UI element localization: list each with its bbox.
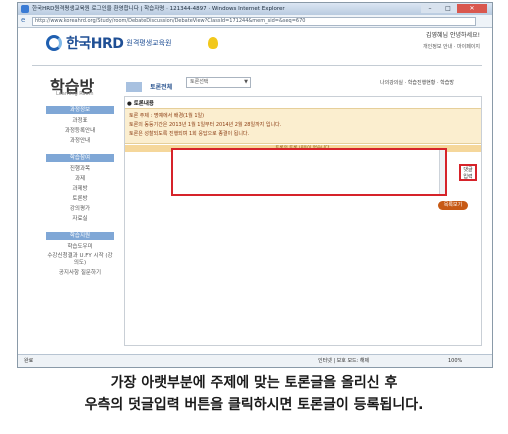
submit-comment-button[interactable]: 댓글 입력 — [459, 164, 477, 181]
textarea-scrollbar[interactable] — [439, 150, 445, 194]
sidebar-item[interactable]: 과정안내 — [46, 136, 114, 146]
sidebar-item[interactable]: 과제 — [46, 174, 114, 184]
caption-line-2: 우측의 덧글입력 버튼을 클릭하시면 토론글이 등록됩니다. — [84, 397, 424, 413]
sidebar-item[interactable]: 과정등록안내 — [46, 126, 114, 136]
topic-select-value: 토론선택 — [190, 79, 209, 85]
maximize-button[interactable]: □ — [439, 4, 457, 13]
caption-line-1: 가장 아랫부분에 주제에 맞는 토론글을 올리신 후 — [110, 375, 398, 391]
minimize-button[interactable]: – — [421, 4, 439, 13]
sidebar-item[interactable]: 과정표 — [46, 116, 114, 126]
discussion-textarea[interactable] — [171, 148, 447, 196]
status-bar: 완료 인터넷 | 보호 모드: 해제 100% — [18, 354, 492, 367]
greeting-text: 김영혜님 안녕하세요! — [426, 32, 480, 39]
sidebar-section-header: 학습지원 — [46, 232, 114, 240]
board-icon — [126, 81, 142, 92]
sidebar-item[interactable]: 과제방 — [46, 184, 114, 194]
sidebar-subtitle: Learning Room — [56, 91, 94, 97]
sidebar-nav: 과정정보 과정표 과정등록안내 과정안내 학습참여 진행과목 과제 과제방 토론… — [46, 106, 114, 278]
sidebar-item[interactable]: 토론방 — [46, 194, 114, 204]
info-box: 토론 주제 : 명예에서 배경(1월 1일) 토론의 동등기간은 2013년 1… — [125, 108, 481, 152]
list-button[interactable]: 목록보기 — [438, 201, 468, 210]
url-field[interactable]: http://www.koreahrd.org/Study/room/Debat… — [32, 17, 476, 26]
sidebar-item[interactable]: 자료실 — [46, 214, 114, 224]
logo-subtitle: 원격평생교육원 — [126, 39, 172, 47]
instruction-caption: 가장 아랫부분에 주제에 맞는 토론글을 올리신 후 우측의 덧글입력 버튼을 … — [0, 372, 508, 416]
section-label: 토론전체 — [150, 84, 173, 91]
logo-mark-icon — [46, 35, 62, 51]
window-title: 한국HRD원격평생교육원 로그인을 환영합니다 | 학습자명 · 121344-… — [32, 6, 285, 12]
browser-window: 한국HRD원격평생교육원 로그인을 환영합니다 | 학습자명 · 121344-… — [17, 2, 493, 368]
window-titlebar: 한국HRD원격평생교육원 로그인을 환영합니다 | 학습자명 · 121344-… — [18, 3, 492, 15]
close-button[interactable]: ✕ — [457, 4, 487, 13]
panel-title: ● 토론내용 — [127, 101, 154, 107]
info-line: 토론의 동등기간은 2013년 1월 1일부터 2014년 2월 28일까지 입… — [129, 122, 282, 128]
zoom-level[interactable]: 100% — [448, 355, 462, 367]
chevron-down-icon: ▼ — [244, 79, 248, 85]
sidebar-section-header: 학습참여 — [46, 154, 114, 162]
site-logo[interactable]: 한국HRD 원격평생교육원 — [46, 33, 171, 53]
lightbulb-icon — [208, 37, 218, 49]
page-icon: e — [21, 16, 26, 24]
sidebar-item[interactable]: 공지사항 질문하기 — [46, 268, 114, 278]
zone-text: 인터넷 | 보호 모드: 해제 — [318, 358, 370, 364]
info-line: 토론 주제 : 명예에서 배경(1월 1일) — [129, 113, 205, 119]
top-links: 김영혜님 안녕하세요! 개인정보 안내 · 마이페이지 — [423, 30, 480, 50]
sidebar-section-header: 과정정보 — [46, 106, 114, 114]
address-bar: e http://www.koreahrd.org/Study/room/Deb… — [18, 15, 492, 28]
browser-icon — [21, 5, 29, 13]
sidebar-item[interactable]: 학습도우미 — [46, 242, 114, 252]
sidebar-item[interactable]: 강의평가 — [46, 204, 114, 214]
logo-name: 한국HRD — [66, 36, 124, 52]
account-links[interactable]: 개인정보 안내 · 마이페이지 — [423, 43, 480, 50]
topic-select[interactable]: 토론선택 ▼ — [186, 77, 251, 88]
status-text: 완료 — [24, 358, 34, 364]
content-header: 토론전체 — [126, 76, 173, 92]
breadcrumb-links[interactable]: 나의강의실 · 학습진행현황 · 학습방 — [380, 79, 454, 86]
sidebar-item[interactable]: 수강신청결과 U.FY 시작 (강의도) — [46, 252, 114, 268]
discussion-panel: ● 토론내용 토론 주제 : 명예에서 배경(1월 1일) 토론의 동등기간은 … — [124, 96, 482, 346]
sidebar-item[interactable]: 진행과목 — [46, 164, 114, 174]
header-divider — [32, 65, 482, 66]
info-line: 토론은 성찰되도록 진행되며 1회 응답으로 종결이 됩니다. — [129, 131, 250, 137]
